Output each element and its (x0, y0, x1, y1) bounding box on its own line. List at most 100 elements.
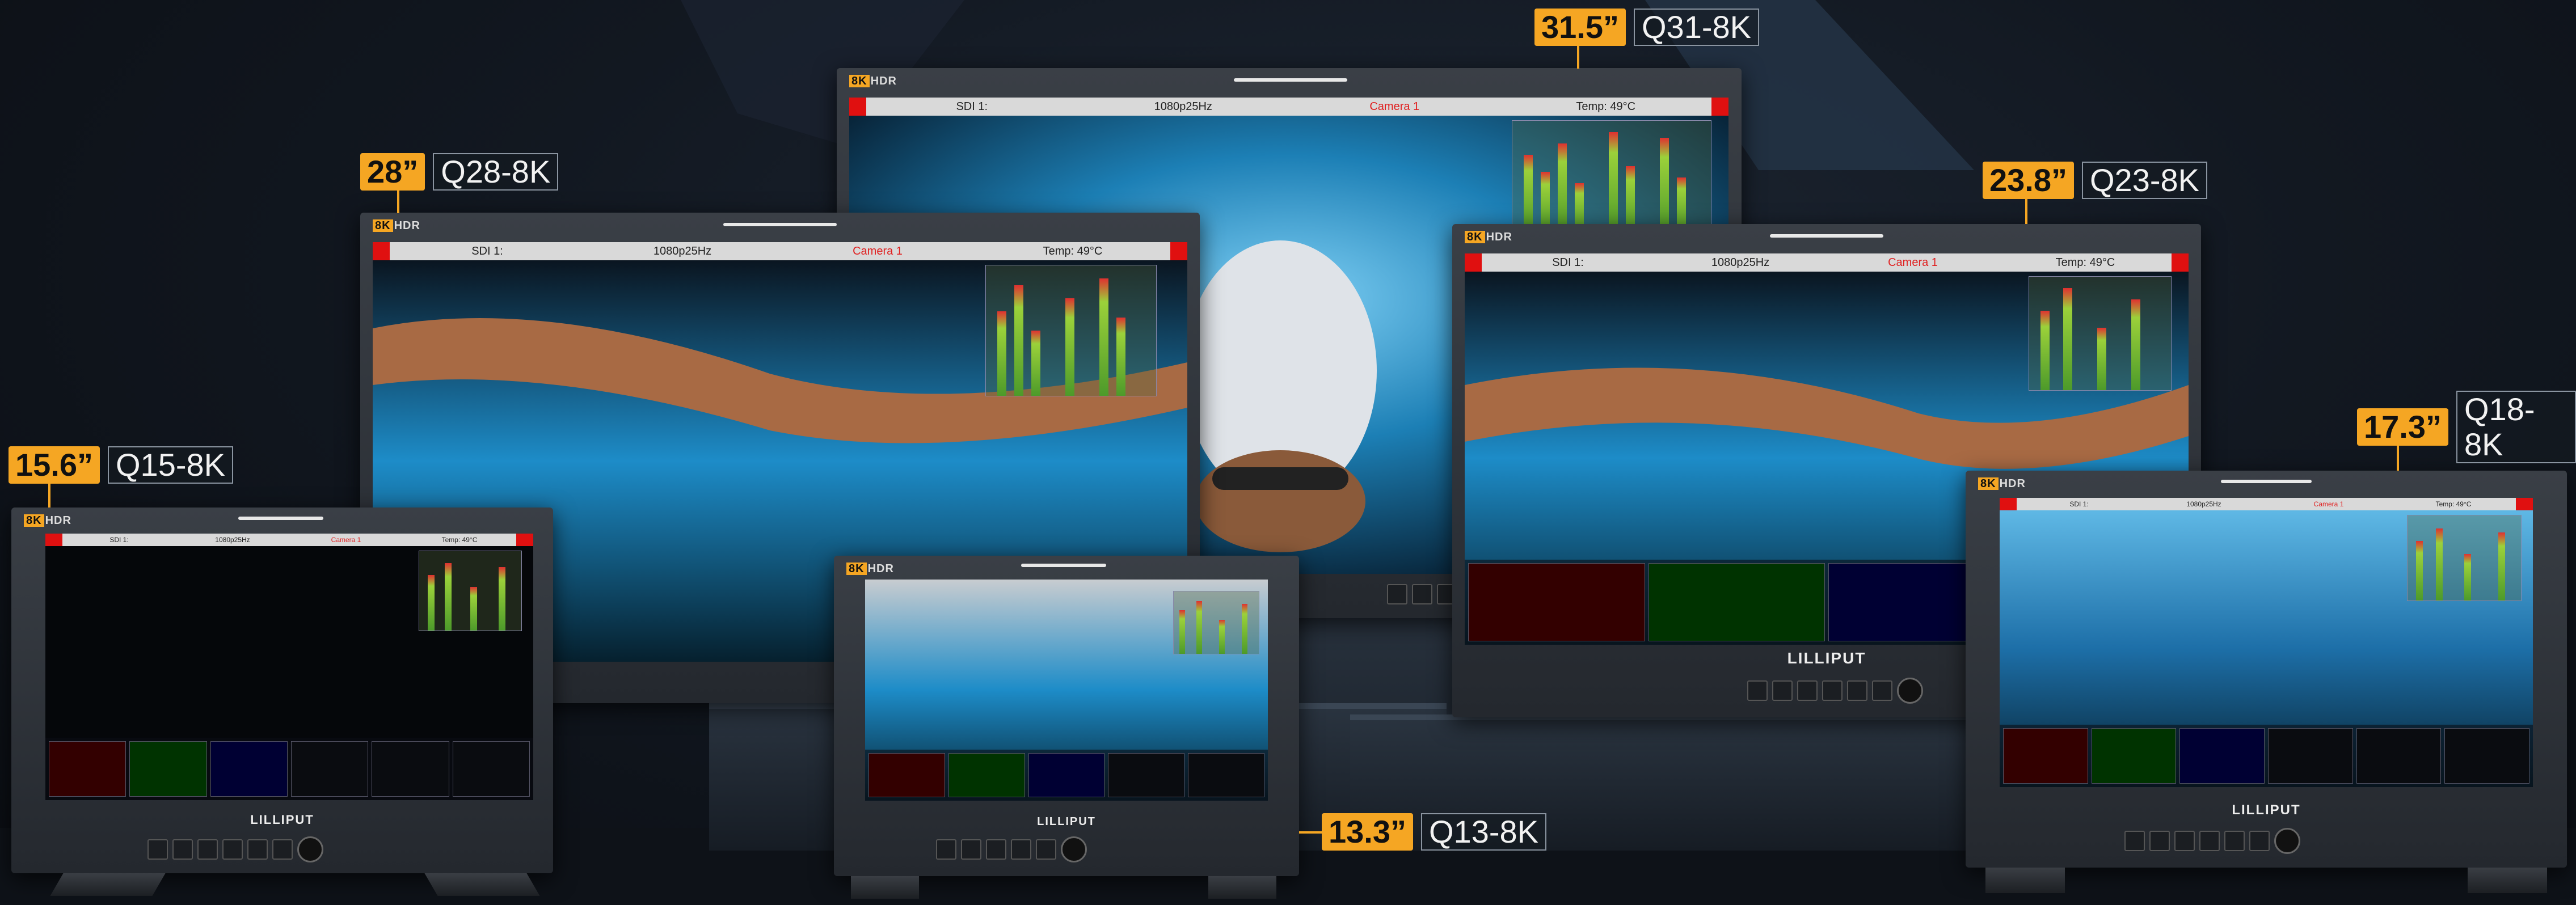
screen: SDI 1: 1080p25Hz Camera 1 Temp: 49°C (2000, 498, 2533, 787)
model-label: Q18-8K (2456, 391, 2576, 463)
callout-leader (1299, 831, 1322, 834)
status-camera: Camera 1 (2313, 500, 2344, 508)
control-button[interactable] (1797, 680, 1818, 701)
scope-panel (865, 750, 1268, 801)
status-bar: SDI 1: 1080p25Hz Camera 1 Temp: 49°C (849, 98, 1728, 116)
brand-badge: 8K HDR (1465, 231, 1512, 244)
status-temp: Temp: 49°C (441, 536, 478, 544)
vectorscope-blue (2179, 728, 2265, 784)
model-label: Q15-8K (108, 446, 233, 484)
status-bar: SDI 1: 1080p25Hz Camera 1 Temp: 49°C (45, 534, 533, 546)
audio-meters (1512, 120, 1711, 235)
control-button[interactable] (197, 839, 218, 860)
model-label: Q28-8K (433, 153, 559, 191)
status-input: SDI 1: (1552, 256, 1584, 269)
rgb-parade (372, 741, 449, 797)
callout-leader (2025, 199, 2027, 224)
status-camera: Camera 1 (331, 536, 361, 544)
control-knob[interactable] (297, 836, 323, 862)
brand-name: LILLIPUT (250, 813, 314, 827)
control-button[interactable] (1747, 680, 1768, 701)
control-knob[interactable] (1897, 678, 1923, 704)
badge-hdr: HDR (45, 514, 71, 527)
control-button[interactable] (247, 839, 268, 860)
histogram (2268, 728, 2353, 784)
control-button[interactable] (2174, 831, 2195, 851)
control-button[interactable] (1412, 584, 1432, 604)
audio-meters (419, 551, 522, 631)
bezel-grill (1021, 564, 1106, 567)
control-button[interactable] (1011, 839, 1031, 860)
control-button[interactable] (1036, 839, 1056, 860)
control-button[interactable] (1847, 680, 1867, 701)
control-button[interactable] (961, 839, 981, 860)
audio-meters (985, 265, 1157, 396)
control-panel (147, 836, 323, 862)
control-button[interactable] (1387, 584, 1407, 604)
badge-hdr: HDR (870, 75, 897, 87)
control-button[interactable] (2249, 831, 2270, 851)
control-knob[interactable] (1061, 836, 1087, 862)
status-input: SDI 1: (109, 536, 129, 544)
vectorscope (452, 741, 530, 797)
vectorscope-red (2003, 728, 2088, 784)
audio-meters (1173, 591, 1259, 654)
vectorscope-green (129, 741, 207, 797)
histogram (1108, 753, 1185, 797)
model-label: Q13-8K (1421, 813, 1546, 851)
status-format: 1080p25Hz (215, 536, 250, 544)
bezel-grill (1234, 78, 1347, 82)
brand-badge: 8K HDR (24, 514, 71, 527)
brand-badge: 8K HDR (1978, 477, 2026, 490)
badge-8k: 8K (24, 514, 44, 527)
size-label: 31.5” (1534, 9, 1626, 46)
vectorscope-green (948, 753, 1025, 797)
badge-8k: 8K (1465, 231, 1485, 243)
control-button[interactable] (1822, 680, 1843, 701)
status-bar: SDI 1: 1080p25Hz Camera 1 Temp: 49°C (1465, 253, 2189, 272)
control-button[interactable] (986, 839, 1006, 860)
size-label: 17.3” (2357, 408, 2448, 446)
bezel-grill (723, 223, 837, 226)
control-button[interactable] (2149, 831, 2170, 851)
screen (865, 580, 1268, 801)
control-button[interactable] (1772, 680, 1793, 701)
control-knob[interactable] (2274, 828, 2300, 854)
audio-meters (2407, 515, 2522, 601)
badge-hdr: HDR (394, 219, 420, 232)
badge-hdr: HDR (1999, 477, 2026, 490)
control-button[interactable] (147, 839, 168, 860)
scope-panel (45, 738, 533, 800)
callout-leader (1577, 46, 1579, 69)
vectorscope (2444, 728, 2530, 784)
monitor-stand (2468, 868, 2547, 893)
bezel-grill (1770, 234, 1883, 238)
control-button[interactable] (2124, 831, 2145, 851)
vectorscope-red (49, 741, 127, 797)
monitor-stand (1208, 876, 1276, 899)
histogram (290, 741, 369, 797)
size-label: 23.8” (1983, 162, 2074, 199)
brand-badge: 8K HDR (846, 563, 894, 576)
screen: SDI 1: 1080p25Hz Camera 1 Temp: 49°C (45, 534, 533, 800)
control-button[interactable] (1872, 680, 1892, 701)
control-button[interactable] (936, 839, 956, 860)
status-temp: Temp: 49°C (2055, 256, 2115, 269)
control-button[interactable] (2224, 831, 2245, 851)
control-button[interactable] (272, 839, 293, 860)
status-input: SDI 1: (471, 244, 503, 257)
control-button[interactable] (222, 839, 243, 860)
monitor-q18: 8K HDR SDI 1: 1080p25Hz Camera 1 Temp: 49°C … (1966, 471, 2567, 868)
status-format: 1080p25Hz (2186, 500, 2221, 508)
monitor-q15: 8K HDR SDI 1: 1080p25Hz Camera 1 Temp: 49°C … (11, 508, 553, 873)
callout-q28: 28” Q28-8K (360, 153, 559, 191)
vectorscope-green (1648, 563, 1825, 641)
monitor-q13: 8K HDR LILLIPUT (834, 556, 1299, 876)
status-camera: Camera 1 (1369, 100, 1420, 113)
size-label: 15.6” (9, 446, 100, 484)
status-format: 1080p25Hz (1711, 256, 1770, 269)
control-button[interactable] (172, 839, 193, 860)
callout-leader (397, 191, 399, 213)
control-button[interactable] (2199, 831, 2220, 851)
rgb-parade (1188, 753, 1264, 797)
